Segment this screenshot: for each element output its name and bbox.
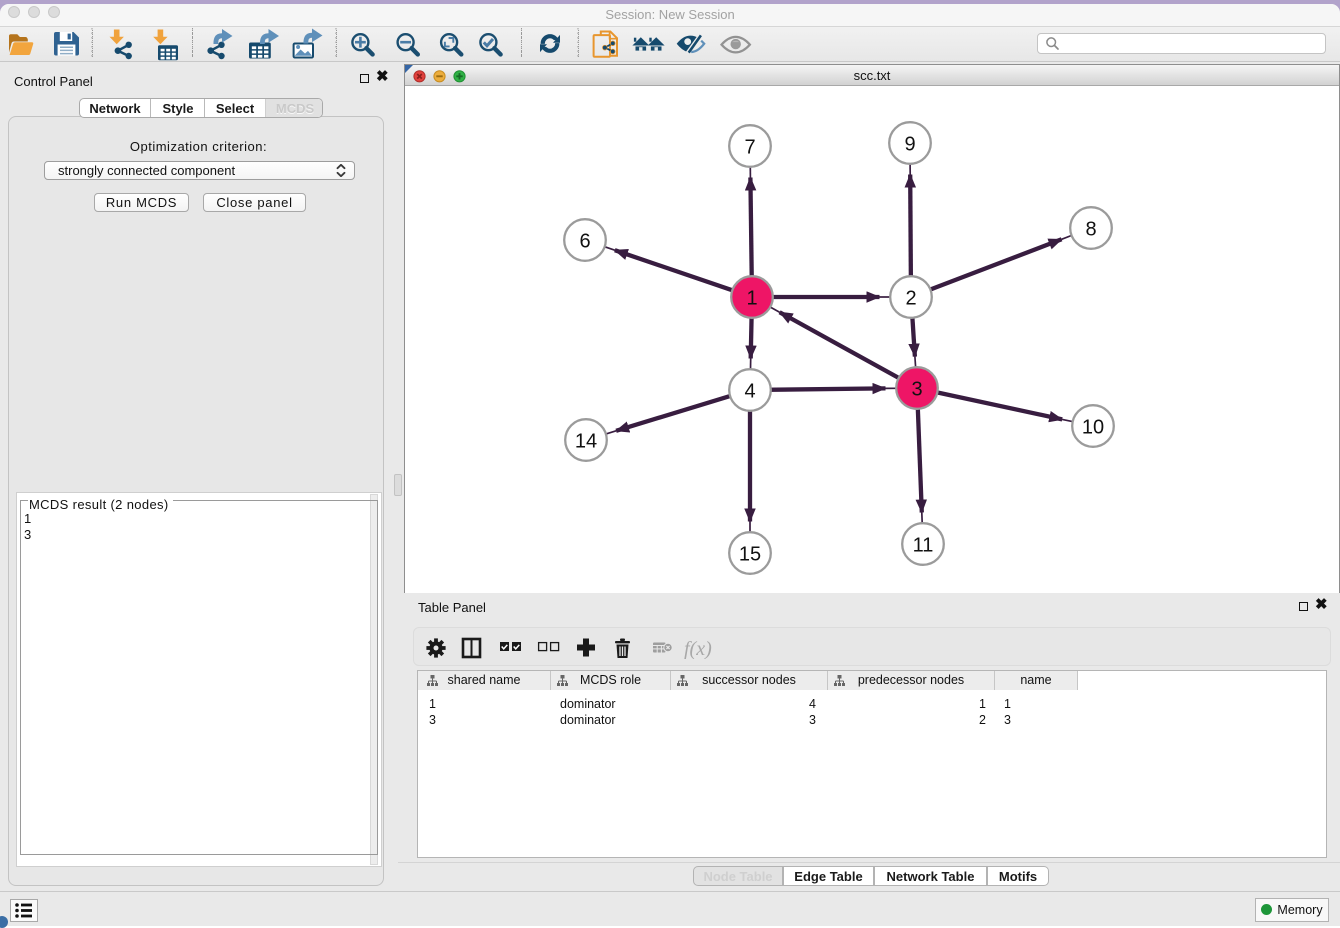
svg-text:8: 8 <box>1085 219 1096 241</box>
svg-text:f(x): f(x) <box>684 638 712 659</box>
svg-text:10: 10 <box>1082 417 1104 439</box>
svg-text:15: 15 <box>739 544 761 566</box>
svg-text:1: 1 <box>746 288 757 310</box>
svg-text:2: 2 <box>905 288 916 310</box>
svg-text:11: 11 <box>913 535 934 557</box>
svg-text:6: 6 <box>579 231 590 253</box>
svg-text:14: 14 <box>575 431 597 453</box>
svg-text:4: 4 <box>744 381 755 403</box>
svg-text:9: 9 <box>904 134 915 156</box>
svg-text:7: 7 <box>744 137 755 159</box>
svg-text:3: 3 <box>911 379 922 401</box>
